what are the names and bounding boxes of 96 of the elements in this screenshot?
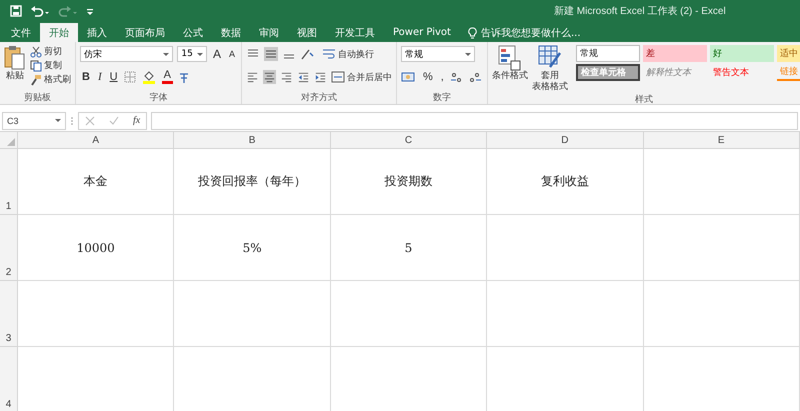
- column-header[interactable]: C: [330, 132, 488, 149]
- cell-style-item[interactable]: 适中: [777, 45, 800, 62]
- cell-style-item[interactable]: 常规: [576, 45, 640, 62]
- row-header[interactable]: 4: [0, 347, 18, 411]
- bold-button[interactable]: B: [80, 71, 92, 83]
- group-label: 字体: [148, 92, 168, 104]
- table-cell[interactable]: [330, 281, 488, 347]
- ribbon-tab[interactable]: 公式: [174, 23, 212, 42]
- customize-icon[interactable]: [86, 6, 94, 16]
- comma-style-button[interactable]: ,: [438, 71, 446, 83]
- row-header[interactable]: 2: [0, 215, 18, 281]
- format-painter-button[interactable]: 格式刷: [30, 73, 71, 86]
- scissors-icon: [30, 46, 42, 58]
- percent-button[interactable]: %: [421, 71, 435, 83]
- border-icon[interactable]: [124, 71, 138, 83]
- lightbulb-icon: [468, 26, 477, 38]
- table-cell[interactable]: 5: [330, 215, 488, 281]
- brush-icon: [30, 74, 42, 86]
- cancel-icon[interactable]: [85, 116, 95, 126]
- cell-style-item[interactable]: 好: [710, 45, 774, 62]
- insert-function-button[interactable]: fx: [133, 115, 140, 126]
- wrap-text-icon: [322, 48, 336, 60]
- currency-icon[interactable]: [401, 70, 417, 84]
- table-cell[interactable]: 复利收益: [487, 149, 644, 215]
- save-icon[interactable]: [10, 5, 22, 17]
- align-left-icon[interactable]: [246, 70, 259, 84]
- font-color-button[interactable]: A: [162, 70, 173, 84]
- group-label: 对齐方式: [300, 92, 338, 104]
- font-size-field[interactable]: 15: [177, 46, 207, 62]
- ribbon-tab[interactable]: 页面布局: [116, 23, 174, 42]
- paste-button[interactable]: 粘贴: [4, 45, 26, 91]
- conditional-format-button[interactable]: 条件格式: [492, 45, 528, 93]
- ribbon-tab[interactable]: 开发工具: [326, 23, 384, 42]
- merge-cells-icon: [331, 71, 345, 83]
- format-as-table-button[interactable]: 套用 表格格式: [532, 45, 568, 93]
- group-label: 剪贴板: [23, 92, 52, 104]
- column-header[interactable]: D: [487, 132, 644, 149]
- cell-style-item[interactable]: 差: [643, 45, 707, 62]
- table-cell[interactable]: 5%: [174, 215, 331, 281]
- cell-style-item[interactable]: 警告文本: [710, 64, 774, 81]
- tell-me-search[interactable]: 告诉我您想要做什么...: [468, 23, 581, 42]
- shrink-font-button[interactable]: A: [226, 49, 237, 59]
- ribbon-tab[interactable]: 文件: [2, 23, 40, 42]
- number-format-field[interactable]: 常规: [401, 46, 475, 62]
- cut-button[interactable]: 剪切: [30, 45, 71, 58]
- more-icon: [70, 116, 74, 126]
- align-center-icon[interactable]: [263, 70, 276, 84]
- table-cell[interactable]: [644, 215, 800, 281]
- decrease-indent-icon[interactable]: [297, 70, 310, 84]
- table-cell[interactable]: 投资期数: [330, 149, 488, 215]
- conditional-format-icon: [498, 45, 522, 71]
- ribbon-tab[interactable]: 开始: [40, 23, 78, 42]
- decrease-decimal-icon[interactable]: [468, 70, 482, 84]
- window-title: 新建 Microsoft Excel 工作表 (2) - Excel: [554, 4, 726, 18]
- clipboard-icon: [4, 45, 26, 71]
- formula-input[interactable]: [151, 112, 798, 130]
- ribbon-tab[interactable]: 审阅: [250, 23, 288, 42]
- table-cell[interactable]: [18, 281, 174, 347]
- group-label: 数字: [432, 92, 452, 104]
- align-right-icon[interactable]: [280, 70, 293, 84]
- cell-style-item[interactable]: 解释性文本: [643, 64, 707, 81]
- table-cell[interactable]: [487, 215, 644, 281]
- merge-center-button[interactable]: 合并后居中: [331, 70, 392, 84]
- grow-font-button[interactable]: A: [210, 47, 223, 61]
- copy-button[interactable]: 复制: [30, 59, 71, 72]
- increase-decimal-icon[interactable]: [450, 70, 464, 84]
- table-cell[interactable]: 本金: [18, 149, 174, 215]
- table-cell[interactable]: [644, 281, 800, 347]
- column-header[interactable]: E: [644, 132, 800, 149]
- undo-icon[interactable]: [30, 5, 50, 17]
- table-cell[interactable]: [487, 281, 644, 347]
- group-label: 样式: [634, 94, 654, 104]
- font-name-field[interactable]: 仿宋: [80, 46, 174, 62]
- ribbon-tab[interactable]: Power Pivot: [384, 23, 460, 42]
- increase-indent-icon[interactable]: [314, 70, 327, 84]
- table-cell[interactable]: 投资回报率（每年）: [174, 149, 331, 215]
- italic-button[interactable]: I: [96, 71, 104, 83]
- redo-icon: [58, 5, 78, 17]
- ribbon-tab[interactable]: 数据: [212, 23, 250, 42]
- underline-button[interactable]: U: [108, 71, 120, 83]
- row-header[interactable]: 1: [0, 149, 18, 215]
- row-header[interactable]: 3: [0, 281, 18, 347]
- name-box[interactable]: C3: [2, 112, 66, 130]
- table-cell[interactable]: [174, 281, 331, 347]
- select-all-icon[interactable]: [7, 138, 15, 146]
- fill-color-icon[interactable]: [142, 70, 158, 84]
- table-cell[interactable]: 10000: [18, 215, 174, 281]
- copy-icon: [30, 60, 42, 72]
- enter-icon[interactable]: [109, 116, 119, 126]
- column-header[interactable]: A: [18, 132, 174, 149]
- wrap-text-button[interactable]: 自动换行: [322, 48, 374, 60]
- column-header[interactable]: B: [174, 132, 331, 149]
- ribbon-tab[interactable]: 视图: [288, 23, 326, 42]
- ribbon-tab[interactable]: 插入: [78, 23, 116, 42]
- align-middle-icon[interactable]: [264, 47, 278, 61]
- table-cell[interactable]: [644, 149, 800, 215]
